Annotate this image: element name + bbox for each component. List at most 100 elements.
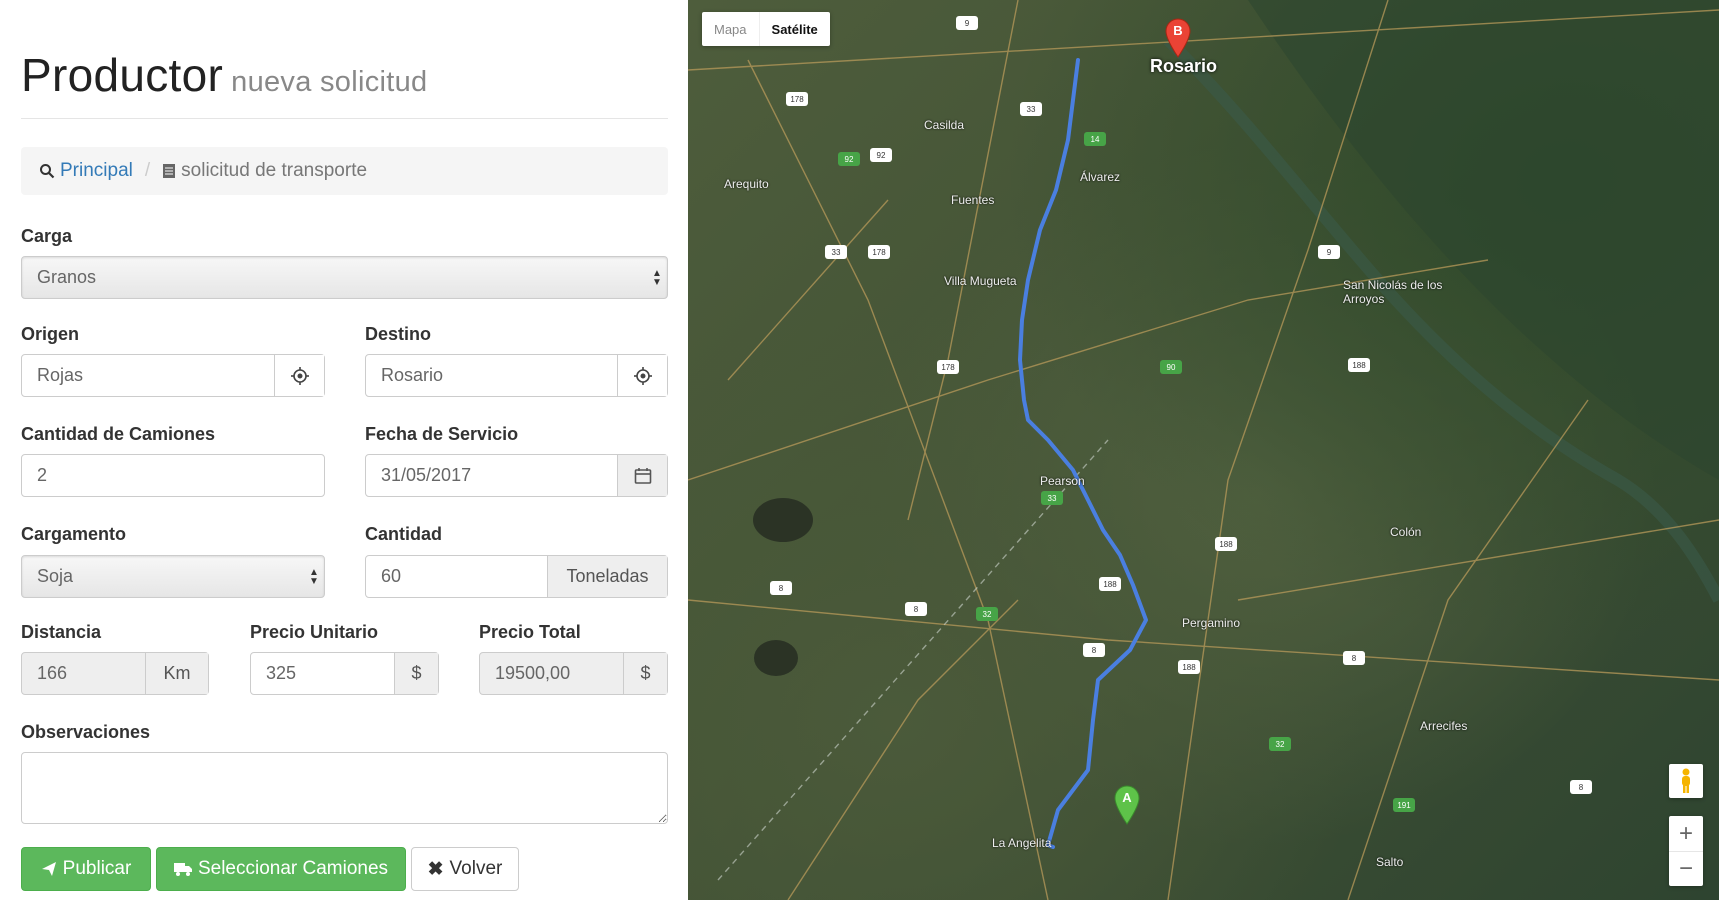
cargamento-label: Cargamento: [21, 524, 127, 544]
road-shield: 32: [976, 607, 998, 621]
form-panel: Productor nueva solicitud Principal / sol…: [0, 0, 688, 900]
distancia-unit: Km: [145, 653, 208, 694]
road-shield: 191: [1393, 798, 1415, 812]
road-shield: 33: [825, 245, 847, 259]
road-shield: 90: [1160, 360, 1182, 374]
breadcrumb-current-label: solicitud de transporte: [181, 160, 368, 181]
cargamento-value: Soja: [37, 566, 74, 586]
cantidad-input[interactable]: 60 Toneladas: [365, 555, 668, 598]
delta-area: [1248, 0, 1719, 480]
distancia-input: 166 Km: [21, 652, 209, 695]
road-shield: 33: [1020, 102, 1042, 116]
town-label-villa-mugueta: Villa Mugueta: [944, 274, 1017, 288]
lagoon: [753, 498, 813, 542]
road-shield: 8: [905, 602, 927, 616]
precio-unitario-value: 325: [266, 663, 297, 683]
cantidad-label: Cantidad: [365, 524, 443, 544]
fecha-label: Fecha de Servicio: [365, 424, 519, 444]
road-shield: 92: [838, 152, 860, 166]
carga-select[interactable]: Granos ▲ ▼: [21, 256, 668, 299]
destino-label: Destino: [365, 324, 432, 344]
road-shield: 188: [1099, 577, 1121, 591]
precio-unitario-input[interactable]: 325 $: [250, 652, 439, 695]
town-label-arrecifes: Arrecifes: [1420, 719, 1468, 733]
select-arrows-icon: ▲ ▼: [309, 566, 319, 587]
map-type-satelite[interactable]: Satélite: [760, 12, 830, 46]
road-shield: 8: [1083, 643, 1105, 657]
origen-value: Rojas: [37, 365, 84, 385]
town-label-arequito: Arequito: [724, 177, 769, 191]
road-shield: 178: [868, 245, 890, 259]
distancia-value: 166: [37, 663, 68, 683]
zoom-in-button[interactable]: +: [1669, 817, 1703, 852]
destino-value: Rosario: [381, 365, 444, 385]
town-label-pergamino: Pergamino: [1182, 616, 1241, 630]
search-icon: [40, 164, 55, 179]
street-view-pegman[interactable]: [1669, 764, 1703, 798]
crosshair-icon: [633, 366, 652, 385]
precio-total-unit: $: [623, 653, 667, 694]
town-label-casilda: Casilda: [924, 118, 965, 132]
road-shield: 9: [1318, 245, 1340, 259]
distancia-label: Distancia: [21, 622, 102, 642]
road-shield: 188: [1178, 660, 1200, 674]
carga-label: Carga: [21, 226, 73, 246]
select-arrows-icon: ▲ ▼: [652, 267, 662, 288]
crosshair-icon: [290, 366, 309, 385]
map-view[interactable]: Mapa Satélite 9 178 33 14 92 92 33 178 1…: [688, 0, 1719, 900]
road-shield: 178: [937, 360, 959, 374]
breadcrumb: Principal / solicitud de transporte: [21, 147, 668, 195]
origen-locate-button[interactable]: [274, 355, 324, 396]
precio-total-input: 19500,00 $: [479, 652, 668, 695]
document-icon: [163, 164, 176, 178]
road-shield: 14: [1084, 132, 1106, 146]
cantidad-unit: Toneladas: [547, 556, 667, 597]
town-label-la-angelita: La Angelita: [992, 836, 1052, 850]
breadcrumb-home-label: Principal: [60, 160, 133, 181]
map-type-control: Mapa Satélite: [702, 12, 830, 46]
close-icon: ✖: [427, 858, 444, 880]
calendar-icon: [634, 467, 651, 484]
precio-total-value: 19500,00: [495, 663, 571, 683]
town-label-colon: Colón: [1390, 525, 1422, 539]
camiones-value: 2: [37, 465, 48, 485]
breadcrumb-home[interactable]: Principal: [39, 160, 133, 182]
breadcrumb-separator: /: [144, 160, 151, 181]
observaciones-textarea[interactable]: [21, 752, 668, 824]
zoom-out-button[interactable]: −: [1669, 852, 1703, 886]
truck-icon: [173, 863, 192, 876]
marker-a-label: A: [1122, 790, 1132, 805]
road-shield: 188: [1348, 358, 1370, 372]
destino-locate-button[interactable]: [617, 355, 667, 396]
lagoon: [754, 640, 798, 676]
road-shield: 33: [1041, 491, 1063, 505]
cargamento-select[interactable]: Soja ▲ ▼: [21, 555, 325, 598]
marker-a[interactable]: A: [1114, 785, 1140, 825]
origen-input[interactable]: Rojas: [21, 354, 325, 397]
town-label-alvarez: Álvarez: [1080, 170, 1121, 184]
precio-unitario-label: Precio Unitario: [250, 622, 379, 642]
destino-input[interactable]: Rosario: [365, 354, 668, 397]
town-label-fuentes: Fuentes: [951, 193, 995, 207]
marker-b[interactable]: B: [1165, 18, 1191, 58]
volver-button[interactable]: ✖ Volver: [411, 847, 519, 891]
fecha-input[interactable]: 31/05/2017: [365, 454, 668, 497]
precio-total-label: Precio Total: [479, 622, 581, 642]
calendar-button[interactable]: [617, 455, 667, 496]
camiones-input[interactable]: 2: [21, 454, 325, 497]
divider: [21, 118, 668, 119]
town-label-san-nicolas: San Nicolás de los Arroyos: [1343, 278, 1443, 306]
cantidad-value: 60: [381, 566, 402, 586]
map-satellite-layer: [688, 0, 1719, 900]
page-title: Productor nueva solicitud: [21, 49, 428, 101]
publicar-button[interactable]: Publicar: [21, 847, 151, 891]
seleccionar-camiones-label: Seleccionar Camiones: [197, 858, 389, 879]
breadcrumb-current: solicitud de transporte: [162, 160, 367, 182]
publicar-label: Publicar: [62, 858, 132, 879]
town-label-salto: Salto: [1376, 855, 1404, 869]
road-shield: 9: [956, 16, 978, 30]
seleccionar-camiones-button[interactable]: Seleccionar Camiones: [156, 847, 406, 891]
map-type-mapa[interactable]: Mapa: [702, 12, 760, 46]
road-shield: 8: [1343, 651, 1365, 665]
camiones-label: Cantidad de Camiones: [21, 424, 216, 444]
